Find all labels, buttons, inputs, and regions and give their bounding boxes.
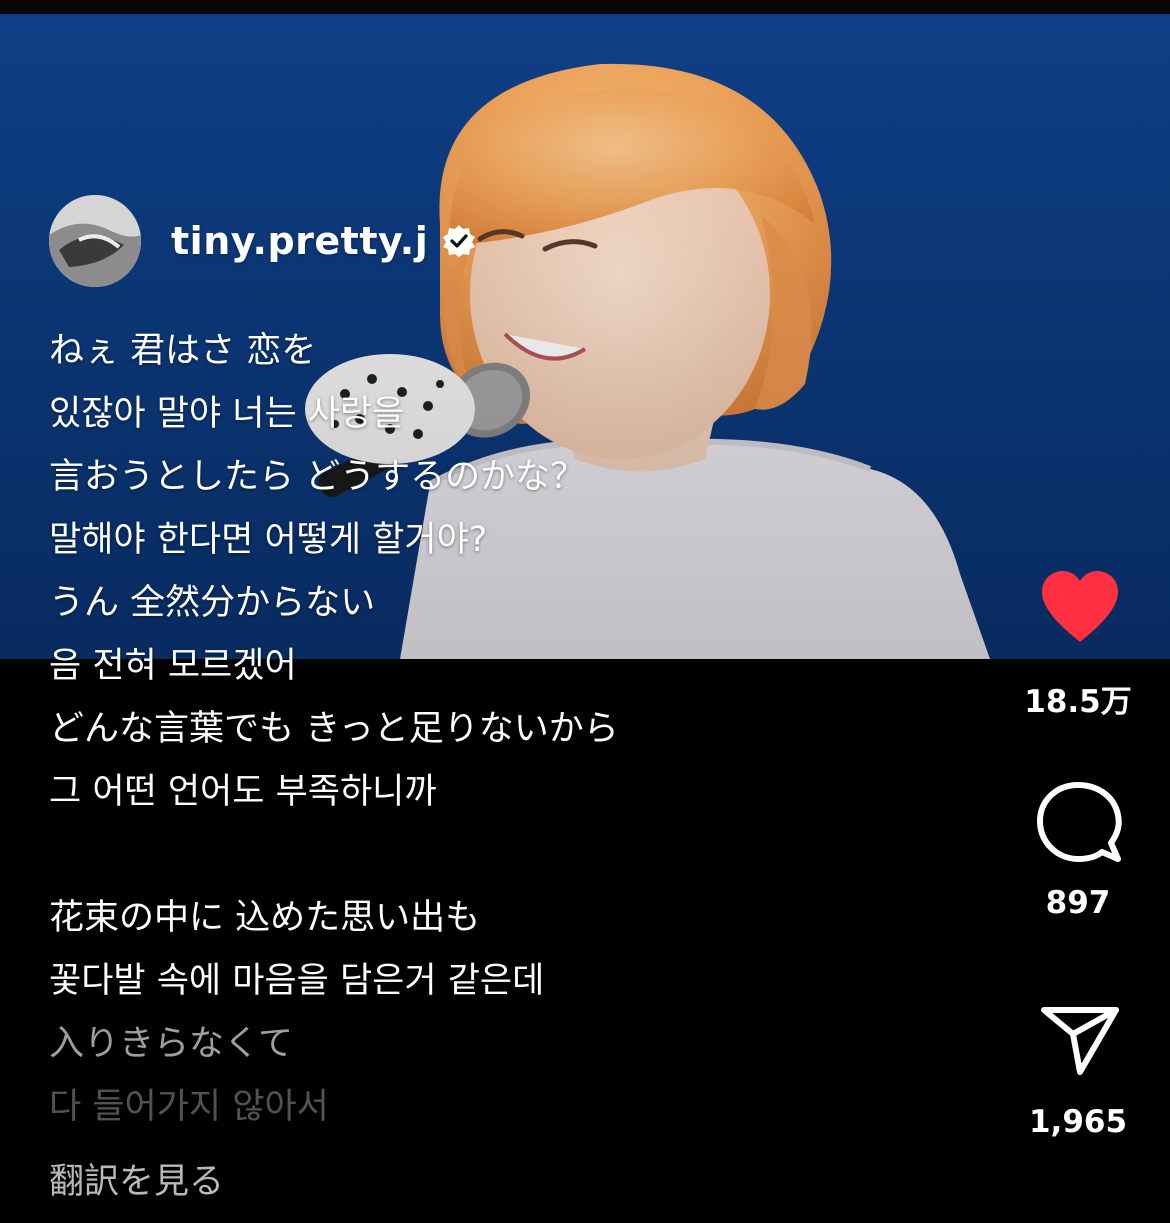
share-button[interactable] [1036, 1001, 1124, 1079]
like-button[interactable] [1034, 565, 1126, 647]
caption-line: ねぇ 君はさ 恋を [49, 331, 317, 371]
top-edge [0, 0, 1170, 14]
heart-filled-icon [1042, 571, 1118, 642]
avatar-image [49, 195, 141, 287]
paper-plane-icon [1041, 1007, 1119, 1075]
comment-button[interactable] [1032, 779, 1126, 865]
verified-badge-icon [443, 225, 476, 257]
post-author-row[interactable]: tiny.pretty.j [49, 193, 476, 289]
caption-line: 있잖아 말야 너는 사랑을 [49, 394, 405, 434]
caption-line: 花束の中に 込めた思い出も [49, 898, 481, 938]
caption-line: 言おうとしたら どうするのかな？ [49, 457, 586, 497]
comment-count: 897 [1045, 885, 1111, 921]
reel-screen: tiny.pretty.j ねぇ 君はさ 恋を 있잖아 말야 너는 사랑을 言お… [0, 0, 1170, 1223]
caption-line: 음 전혀 모르겠어 [49, 646, 297, 686]
caption-line: 말해야 한다면 어떻게 할거야? [49, 520, 488, 560]
share-count: 1,965 [1028, 1104, 1128, 1140]
caption-line: 꽃다발 속에 마음을 담은거 같은데 [49, 961, 545, 1001]
caption-line: 入りきらなくて [49, 1024, 293, 1064]
see-translation-link[interactable]: 翻訳を見る [49, 1152, 224, 1212]
avatar[interactable] [49, 195, 141, 287]
caption-line: 그 어떤 언어도 부족하니까 [49, 772, 437, 812]
caption[interactable]: ねぇ 君はさ 恋を 있잖아 말야 너는 사랑을 言おうとしたら どうするのかな？… [49, 320, 949, 1139]
username[interactable]: tiny.pretty.j [171, 219, 428, 263]
caption-line: どんな言葉でも きっと足りないから [49, 709, 619, 749]
comment-bubble-icon [1037, 782, 1122, 862]
caption-line: うん 全然分からない [49, 583, 376, 623]
like-count: 18.5万 [1024, 684, 1132, 720]
caption-line: 다 들어가지 않아서 [49, 1087, 329, 1127]
